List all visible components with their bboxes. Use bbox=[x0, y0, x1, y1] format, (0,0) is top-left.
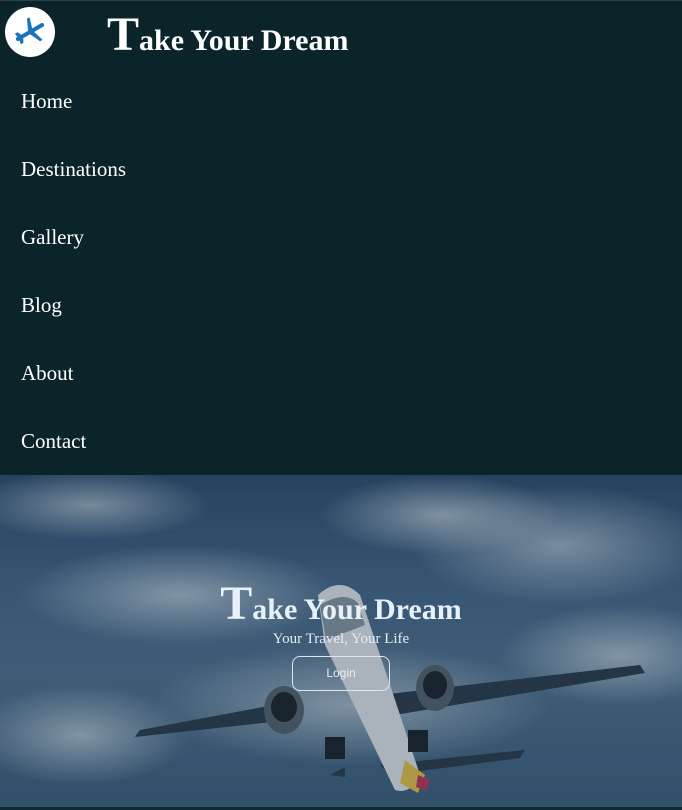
nav-link-home[interactable]: Home bbox=[21, 89, 72, 114]
header: Take Your Dream Home Destinations Galler… bbox=[0, 0, 682, 475]
nav-item-home: Home bbox=[0, 69, 682, 137]
brand-first-letter: T bbox=[107, 8, 140, 61]
brand-rest: ake Your Dream bbox=[139, 24, 349, 57]
nav-link-about[interactable]: About bbox=[21, 361, 74, 386]
nav-link-gallery[interactable]: Gallery bbox=[21, 225, 84, 250]
hero-section: Take Your Dream Your Travel, Your Life L… bbox=[0, 475, 682, 807]
nav-link-blog[interactable]: Blog bbox=[21, 293, 62, 318]
login-button[interactable]: Login bbox=[292, 656, 390, 691]
hero-title: Take Your Dream bbox=[0, 579, 682, 635]
hero-title-first-letter: T bbox=[220, 577, 253, 630]
main-nav: Home Destinations Gallery Blog About Con… bbox=[0, 69, 682, 477]
nav-item-contact: Contact bbox=[0, 409, 682, 477]
brand-title: Take Your Dream bbox=[107, 9, 348, 67]
logo[interactable] bbox=[5, 7, 55, 57]
nav-item-destinations: Destinations bbox=[0, 137, 682, 205]
hero-content: Take Your Dream Your Travel, Your Life L… bbox=[0, 579, 682, 691]
nav-item-about: About bbox=[0, 341, 682, 409]
nav-link-contact[interactable]: Contact bbox=[21, 429, 86, 454]
nav-link-destinations[interactable]: Destinations bbox=[21, 157, 126, 182]
hero-subtitle: Your Travel, Your Life bbox=[272, 631, 410, 647]
airplane-icon bbox=[14, 17, 45, 45]
nav-item-gallery: Gallery bbox=[0, 205, 682, 273]
hero-title-rest: ake Your Dream bbox=[252, 593, 462, 626]
nav-item-blog: Blog bbox=[0, 273, 682, 341]
